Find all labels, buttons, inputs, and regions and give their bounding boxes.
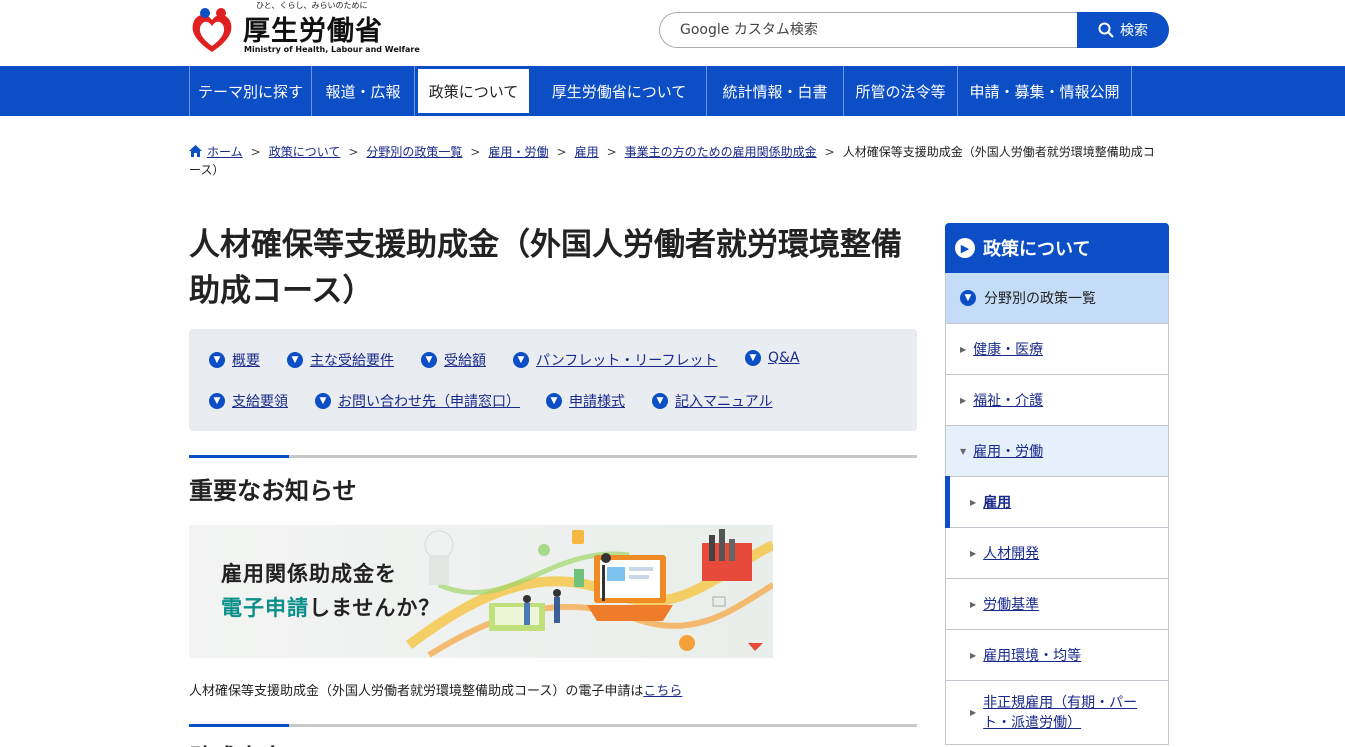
anchor-requirements[interactable]: ▼ 主な受給要件 bbox=[287, 350, 394, 370]
site-name: 厚生労働省 bbox=[243, 16, 383, 47]
sidebar-item-non-regular-employment[interactable]: ▶ 非正規雇用（有期・パート・派遣労働） bbox=[945, 681, 1169, 745]
chevron-down-icon: ▼ bbox=[209, 352, 225, 368]
note-text: 人材確保等支援助成金（外国人労働者就労環境整備助成コース）の電子申請は bbox=[189, 684, 644, 699]
banner-line1: 雇用関係助成金を bbox=[221, 562, 397, 586]
triangle-right-icon: ▶ bbox=[970, 599, 977, 609]
nav-laws[interactable]: 所管の法令等 bbox=[844, 66, 958, 116]
sidebar-item-equal-employment[interactable]: ▶ 雇用環境・均等 bbox=[945, 630, 1169, 681]
nav-press[interactable]: 報道・広報 bbox=[312, 66, 415, 116]
anchor-forms[interactable]: ▼ 申請様式 bbox=[546, 391, 625, 411]
breadcrumb-policy[interactable]: 政策について bbox=[269, 145, 341, 159]
anchor-qa[interactable]: ▼ Q&A bbox=[745, 350, 800, 366]
sidebar-heading[interactable]: ▶ 政策について bbox=[945, 223, 1169, 273]
chevron-down-icon: ▼ bbox=[652, 393, 668, 409]
anchor-guidelines[interactable]: ▼ 支給要領 bbox=[209, 391, 288, 411]
chevron-down-icon: ▼ bbox=[513, 352, 529, 368]
section-divider bbox=[189, 724, 917, 727]
breadcrumb-home[interactable]: ホーム bbox=[207, 145, 243, 159]
e-application-link[interactable]: こちら bbox=[643, 684, 682, 699]
breadcrumb-subsidies[interactable]: 事業主の方のための雇用関係助成金 bbox=[625, 145, 817, 159]
page-title: 人材確保等支援助成金（外国人労働者就労環境整備助成コース） bbox=[189, 227, 902, 309]
nav-about[interactable]: 厚生労働省について bbox=[532, 66, 707, 116]
breadcrumb-policy-list[interactable]: 分野別の政策一覧 bbox=[366, 145, 462, 159]
banner-text: 雇用関係助成金を 電子申請しませんか？ bbox=[221, 557, 440, 625]
site-logo[interactable]: ひと、くらし、みらいのために 厚生労働省 Ministry of Health,… bbox=[188, 0, 420, 60]
sidebar-item-employment[interactable]: ▶ 雇用 bbox=[945, 476, 1169, 528]
chevron-down-icon: ▼ bbox=[209, 393, 225, 409]
triangle-right-icon: ▶ bbox=[970, 708, 977, 717]
sidebar-item-human-resource-development[interactable]: ▶ 人材開発 bbox=[945, 528, 1169, 579]
site-header: ひと、くらし、みらいのために 厚生労働省 Ministry of Health,… bbox=[0, 0, 1345, 66]
breadcrumb-separator: > bbox=[348, 145, 359, 159]
anchor-amount[interactable]: ▼ 受給額 bbox=[421, 350, 486, 370]
e-application-banner[interactable]: 雇用関係助成金を 電子申請しませんか？ bbox=[189, 525, 773, 658]
search-button[interactable]: 検索 bbox=[1077, 12, 1169, 48]
e-application-note: 人材確保等支援助成金（外国人労働者就労環境整備助成コース）の電子申請はこちら bbox=[189, 680, 682, 699]
home-icon bbox=[189, 145, 202, 157]
chevron-right-icon: ▶ bbox=[955, 238, 975, 258]
anchor-overview[interactable]: ▼ 概要 bbox=[209, 350, 260, 370]
page-anchor-nav: ▼ 概要 ▼ 主な受給要件 ▼ 受給額 ▼ パンフレット・リーフレット ▼ Q&A ▼ 支給… bbox=[189, 329, 917, 431]
breadcrumb-separator: > bbox=[824, 145, 835, 159]
section-heading-content: 助成内容 bbox=[189, 738, 285, 747]
section-divider bbox=[189, 455, 917, 458]
triangle-right-icon: ▶ bbox=[970, 548, 977, 558]
triangle-right-icon: ▶ bbox=[970, 497, 977, 507]
sidebar-item-employment-labour[interactable]: ▼ 雇用・労働 bbox=[945, 426, 1169, 477]
anchor-pamphlet[interactable]: ▼ パンフレット・リーフレット bbox=[513, 350, 717, 370]
sidebar-subheading[interactable]: ▼ 分野別の政策一覧 bbox=[945, 273, 1169, 324]
chevron-down-icon: ▼ bbox=[745, 350, 761, 366]
sidebar-subheading-label: 分野別の政策一覧 bbox=[984, 291, 1096, 307]
breadcrumb-employment-labour[interactable]: 雇用・労働 bbox=[488, 145, 548, 159]
banner-line2: 電子申請しませんか？ bbox=[221, 591, 440, 625]
sidebar-item-health-medical[interactable]: ▶ 健康・医療 bbox=[945, 324, 1169, 375]
anchor-contact[interactable]: ▼ お問い合わせ先（申請窓口） bbox=[315, 391, 520, 411]
triangle-right-icon: ▶ bbox=[960, 344, 967, 354]
mhlw-logo-icon bbox=[192, 8, 232, 53]
sidebar-heading-label: 政策について bbox=[983, 239, 1091, 260]
chevron-down-icon: ▼ bbox=[315, 393, 331, 409]
triangle-down-icon: ▼ bbox=[960, 446, 967, 456]
breadcrumb: ホーム > 政策について > 分野別の政策一覧 > 雇用・労働 > 雇用 > 事業主の方のための雇用… bbox=[189, 143, 1159, 179]
anchor-manual[interactable]: ▼ 記入マニュアル bbox=[652, 391, 773, 411]
banner-line2-rest: しませんか？ bbox=[309, 596, 441, 620]
site-search: 検索 bbox=[659, 12, 1169, 48]
nav-theme[interactable]: テーマ別に探す bbox=[190, 66, 312, 116]
nav-application[interactable]: 申請・募集・情報公開 bbox=[958, 66, 1132, 116]
chevron-down-icon: ▼ bbox=[421, 352, 437, 368]
breadcrumb-separator: > bbox=[556, 145, 567, 159]
sidebar-item-welfare-care[interactable]: ▶ 福祉・介護 bbox=[945, 375, 1169, 426]
search-input[interactable] bbox=[659, 12, 1079, 48]
nav-statistics[interactable]: 統計情報・白書 bbox=[707, 66, 844, 116]
banner-highlight: 電子申請 bbox=[221, 596, 309, 620]
sidebar-item-labour-standards[interactable]: ▶ 労働基準 bbox=[945, 579, 1169, 630]
breadcrumb-employment[interactable]: 雇用 bbox=[575, 145, 599, 159]
breadcrumb-separator: > bbox=[250, 145, 261, 159]
breadcrumb-separator: > bbox=[606, 145, 617, 159]
breadcrumb-separator: > bbox=[470, 145, 481, 159]
search-icon bbox=[1098, 22, 1114, 38]
triangle-right-icon: ▶ bbox=[970, 650, 977, 660]
site-name-en: Ministry of Health, Labour and Welfare bbox=[244, 45, 420, 54]
chevron-down-icon: ▼ bbox=[546, 393, 562, 409]
global-nav: テーマ別に探す 報道・広報 政策について 厚生労働省について 統計情報・白書 所… bbox=[0, 66, 1345, 116]
section-heading-notices: 重要なお知らせ bbox=[189, 477, 357, 505]
triangle-right-icon: ▶ bbox=[960, 395, 967, 405]
nav-policy[interactable]: 政策について bbox=[415, 66, 532, 116]
search-button-label: 検索 bbox=[1120, 23, 1148, 39]
sidebar-nav: ▶ 政策について ▼ 分野別の政策一覧 ▶ 健康・医療 ▶ 福祉・介護 ▼ 雇用・労働… bbox=[945, 223, 1169, 745]
chevron-down-icon: ▼ bbox=[287, 352, 303, 368]
chevron-down-icon: ▼ bbox=[960, 290, 976, 306]
